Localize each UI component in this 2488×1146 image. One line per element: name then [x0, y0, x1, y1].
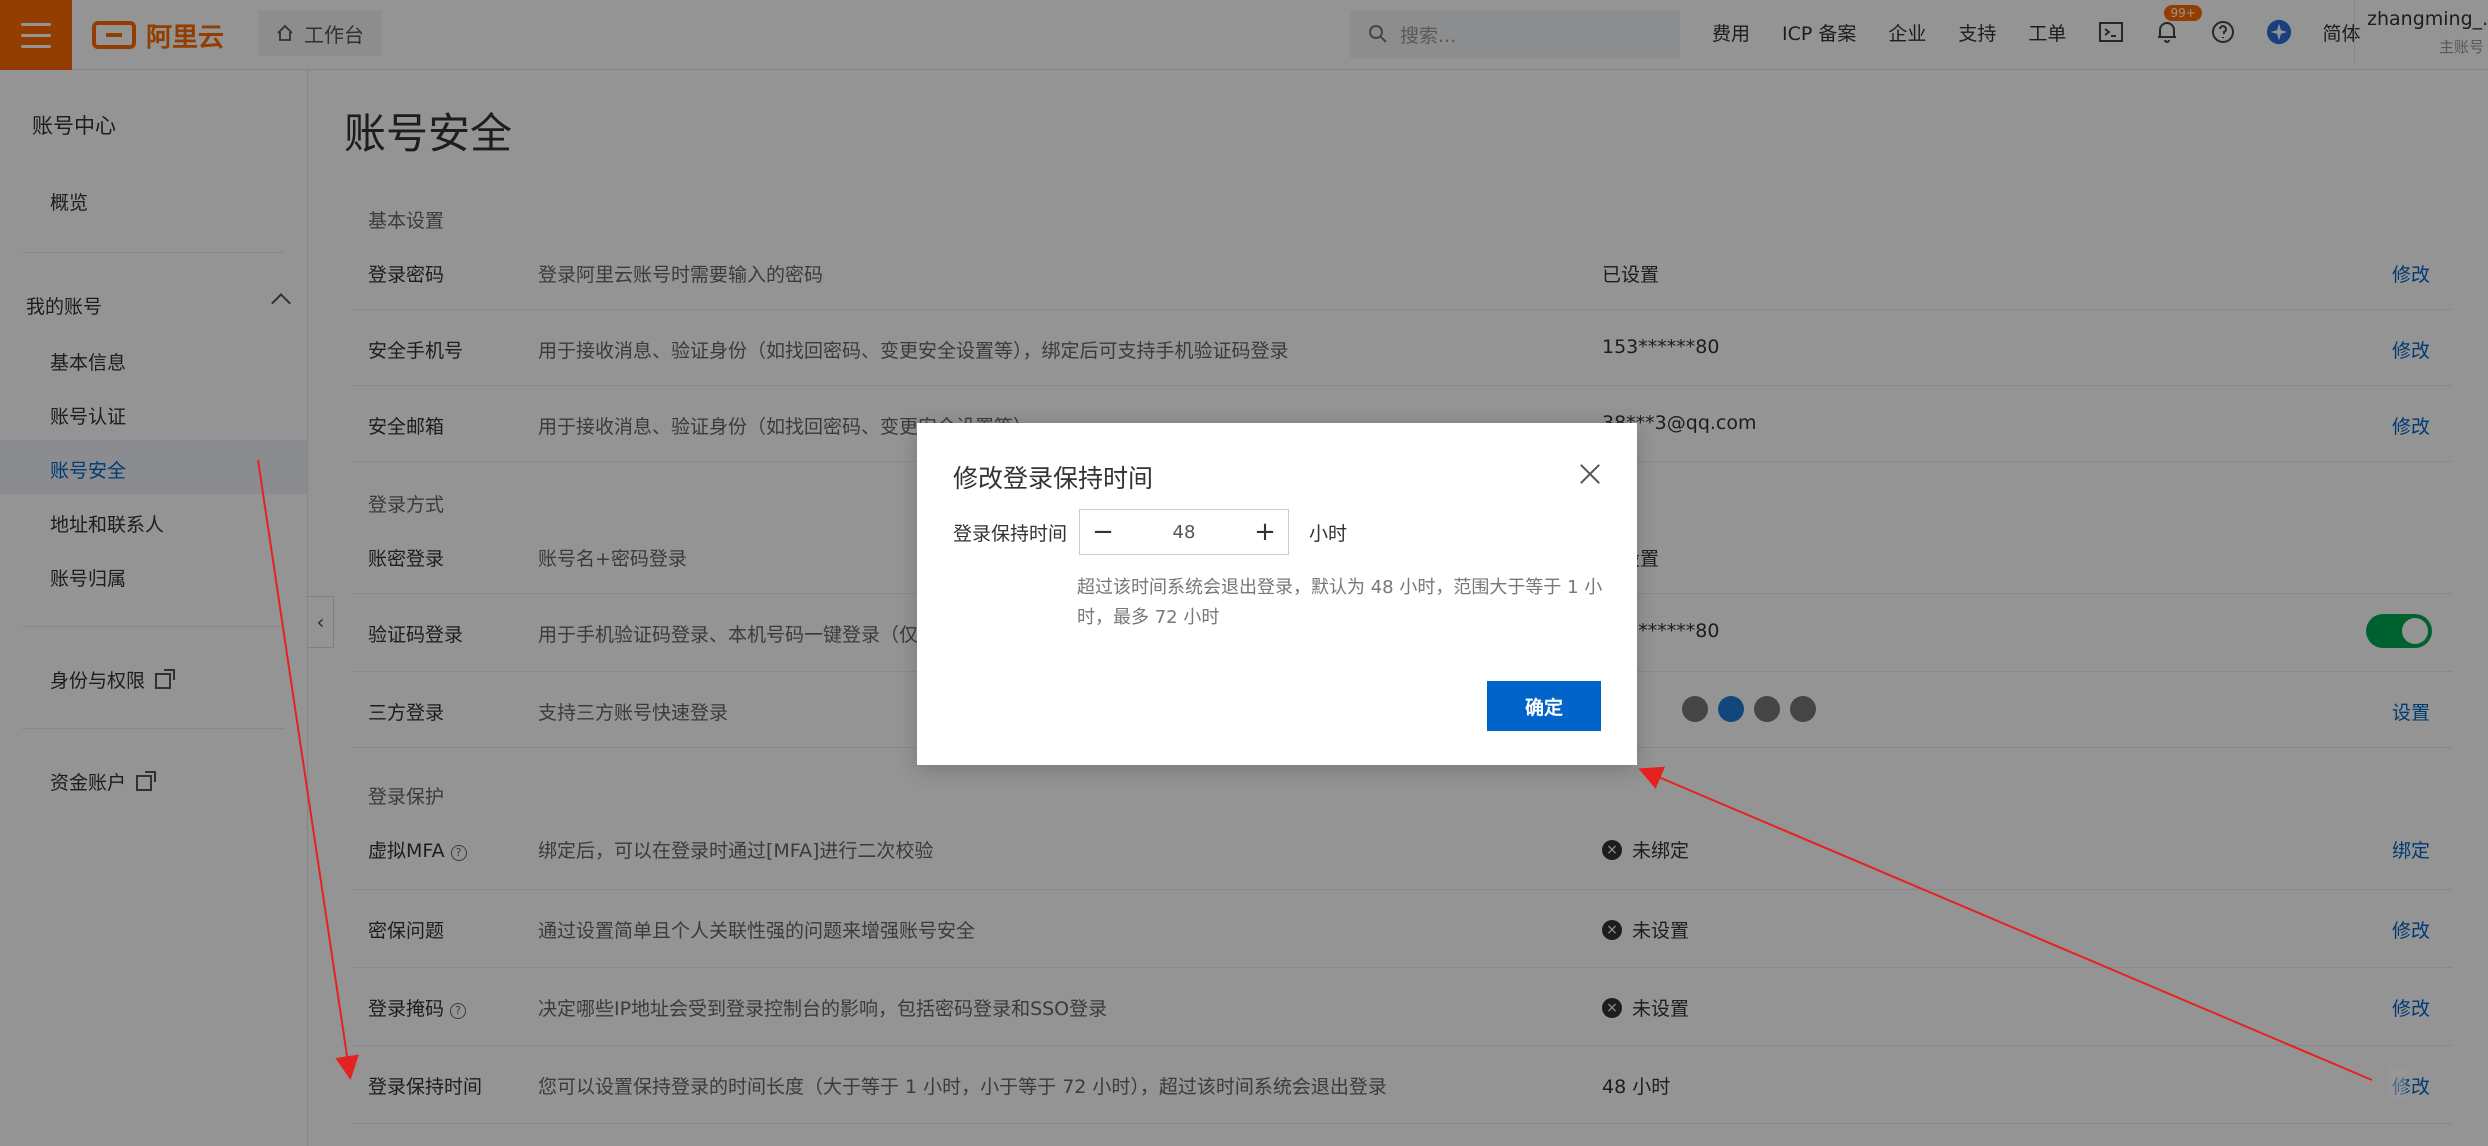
session-hours-stepper: − 48 +: [1079, 509, 1289, 555]
dialog-title: 修改登录保持时间: [953, 464, 1154, 493]
confirm-button[interactable]: 确定: [1487, 681, 1601, 731]
session-hours-input[interactable]: 48: [1126, 522, 1242, 543]
dialog-field-label: 登录保持时间: [953, 523, 1068, 545]
close-icon[interactable]: [1579, 463, 1601, 485]
increment-button[interactable]: +: [1242, 510, 1288, 554]
dialog-hint: 超过该时间系统会退出登录，默认为 48 小时，范围大于等于 1 小时，最多 72…: [1077, 577, 1603, 628]
session-time-dialog: 修改登录保持时间 登录保持时间 − 48 + 小时 超过该时间系统会退出登录，默…: [917, 423, 1637, 765]
dialog-unit: 小时: [1309, 523, 1348, 545]
decrement-button[interactable]: −: [1080, 510, 1126, 554]
